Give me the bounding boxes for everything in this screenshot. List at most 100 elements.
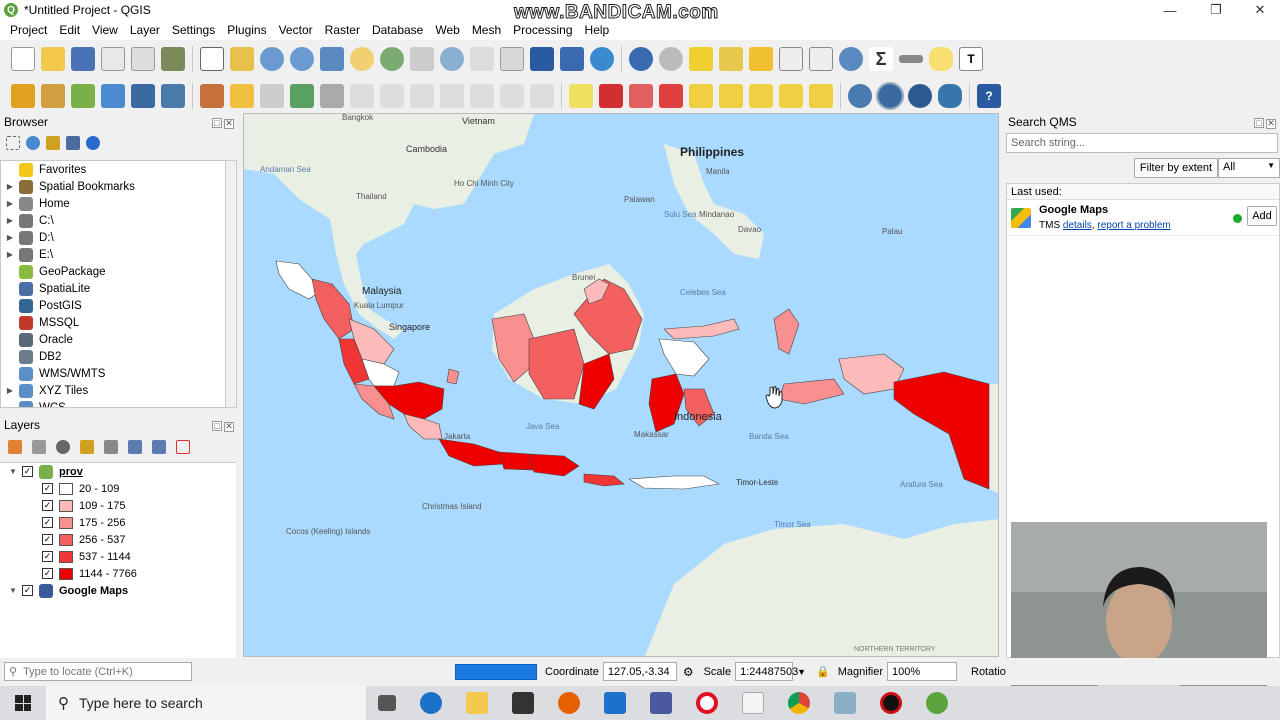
menu-raster[interactable]: Raster — [319, 23, 366, 37]
add-wms-icon[interactable] — [131, 84, 155, 108]
add-vector-icon[interactable] — [71, 84, 95, 108]
legend-class-row[interactable]: ✓ 1144 - 7766 — [0, 565, 236, 582]
manage-themes-icon[interactable] — [56, 440, 70, 454]
new-geopackage-icon[interactable] — [41, 84, 65, 108]
lock-scale-icon[interactable]: 🔒 — [816, 665, 830, 678]
zoom-in-icon[interactable] — [260, 47, 284, 71]
layer-labeling-icon[interactable] — [569, 84, 593, 108]
add-delimited-text-icon[interactable] — [101, 84, 125, 108]
current-edits-icon[interactable] — [200, 84, 224, 108]
statistics-sigma-icon[interactable]: Σ — [869, 47, 893, 71]
measure-line-icon[interactable] — [899, 55, 923, 63]
filter-expression-icon[interactable] — [104, 440, 118, 454]
class-visibility-checkbox[interactable]: ✓ — [42, 534, 53, 545]
metasearch-icon[interactable] — [848, 84, 872, 108]
legend-class-row[interactable]: ✓ 256 - 537 — [0, 531, 236, 548]
class-visibility-checkbox[interactable]: ✓ — [42, 483, 53, 494]
identify-icon[interactable] — [629, 47, 653, 71]
field-calculator-icon[interactable] — [809, 47, 833, 71]
class-visibility-checkbox[interactable]: ✓ — [42, 517, 53, 528]
browser-item[interactable]: GeoPackage — [1, 263, 225, 280]
zoom-to-layer-icon[interactable] — [380, 47, 404, 71]
browser-item[interactable]: ▶ Spatial Bookmarks — [1, 178, 225, 195]
show-hide-labels-icon[interactable] — [719, 84, 743, 108]
file-explorer-icon[interactable] — [466, 692, 488, 714]
new-print-layout-icon[interactable] — [101, 47, 125, 71]
open-project-icon[interactable] — [41, 47, 65, 71]
locator-input[interactable]: ⚲ Type to locate (Ctrl+K) — [4, 662, 192, 681]
qms-filter-select[interactable]: All ▼ — [1218, 158, 1280, 178]
float-panel-icon[interactable]: □ — [212, 118, 222, 128]
taskbar-search[interactable]: ⚲ Type here to search — [46, 686, 366, 720]
mail-icon[interactable] — [604, 692, 626, 714]
browser-item[interactable]: WCS — [1, 399, 225, 407]
expand-arrow-icon[interactable]: ▶ — [1, 233, 19, 242]
add-feature-icon[interactable] — [290, 84, 314, 108]
select-features-icon[interactable] — [689, 47, 713, 71]
menu-web[interactable]: Web — [429, 23, 465, 37]
remove-layer-icon[interactable] — [176, 440, 190, 454]
menu-mesh[interactable]: Mesh — [466, 23, 507, 37]
browser-item[interactable]: WMS/WMTS — [1, 365, 225, 382]
store-icon[interactable] — [512, 692, 534, 714]
layout-manager-icon[interactable] — [131, 47, 155, 71]
add-selected-layers-icon[interactable] — [6, 136, 20, 150]
delete-selected-icon[interactable] — [380, 84, 404, 108]
add-virtual-layer-icon[interactable] — [161, 84, 185, 108]
browser-item[interactable]: ▶ C:\ — [1, 212, 225, 229]
properties-info-icon[interactable] — [86, 136, 100, 150]
undo-icon[interactable] — [500, 84, 524, 108]
browser-item[interactable]: ▶ Home — [1, 195, 225, 212]
data-source-manager-icon[interactable] — [11, 84, 35, 108]
vertex-tool-icon[interactable] — [320, 84, 344, 108]
menu-settings[interactable]: Settings — [166, 23, 221, 37]
rotate-label-icon[interactable] — [779, 84, 803, 108]
new-bookmark-icon[interactable] — [530, 47, 554, 71]
legend-class-row[interactable]: ✓ 109 - 175 — [0, 497, 236, 514]
toggle-editing-icon[interactable] — [230, 84, 254, 108]
chevron-down-icon[interactable]: ▼ — [797, 667, 806, 677]
qms-search-input[interactable]: Search string... — [1006, 133, 1278, 153]
app-icon[interactable] — [834, 692, 856, 714]
opera-icon[interactable] — [696, 692, 718, 714]
menu-help[interactable]: Help — [579, 23, 616, 37]
firefox-icon[interactable] — [558, 692, 580, 714]
qms-search-icon[interactable] — [908, 84, 932, 108]
zoom-full-icon[interactable] — [320, 47, 344, 71]
chrome-icon[interactable] — [788, 692, 810, 714]
map-canvas[interactable]: Vietnam Bangkok Cambodia Philippines Ho … — [243, 113, 999, 657]
layer-diagram-icon[interactable] — [599, 84, 623, 108]
browser-item[interactable]: ▶ XYZ Tiles — [1, 382, 225, 399]
close-panel-icon[interactable]: ✕ — [224, 118, 234, 129]
paste-features-icon[interactable] — [470, 84, 494, 108]
refresh-browser-icon[interactable] — [26, 136, 40, 150]
browser-scrollbar[interactable] — [225, 160, 237, 408]
class-visibility-checkbox[interactable]: ✓ — [42, 568, 53, 579]
filter-legend-icon[interactable] — [80, 440, 94, 454]
menu-plugins[interactable]: Plugins — [221, 23, 272, 37]
browser-item[interactable]: ▶ E:\ — [1, 246, 225, 263]
browser-item[interactable]: SpatiaLite — [1, 280, 225, 297]
layer-visibility-checkbox[interactable]: ✓ — [22, 466, 33, 477]
float-layers-icon[interactable]: □ — [212, 421, 222, 431]
new-map-view-icon[interactable] — [500, 47, 524, 71]
browser-item[interactable]: ▶ D:\ — [1, 229, 225, 246]
layer-google-maps[interactable]: ▼ ✓ Google Maps — [0, 582, 236, 599]
toggle-extents-icon[interactable]: ⚙ — [683, 665, 694, 679]
zoom-to-selection-icon[interactable] — [350, 47, 374, 71]
collapse-all-layers-icon[interactable] — [152, 440, 166, 454]
menu-edit[interactable]: Edit — [53, 23, 86, 37]
collapse-arrow-icon[interactable]: ▼ — [4, 467, 22, 476]
legend-class-row[interactable]: ✓ 175 - 256 — [0, 514, 236, 531]
pan-map-icon[interactable] — [200, 47, 224, 71]
zoom-next-icon[interactable] — [470, 47, 494, 71]
show-bookmarks-icon[interactable] — [560, 47, 584, 71]
menu-database[interactable]: Database — [366, 23, 429, 37]
browser-item[interactable]: DB2 — [1, 348, 225, 365]
layer-visibility-checkbox[interactable]: ✓ — [22, 585, 33, 596]
zoom-out-icon[interactable] — [290, 47, 314, 71]
copy-features-icon[interactable] — [440, 84, 464, 108]
bandicam-icon[interactable] — [880, 692, 902, 714]
browser-item[interactable]: PostGIS — [1, 297, 225, 314]
layer-styling-icon[interactable] — [8, 440, 22, 454]
